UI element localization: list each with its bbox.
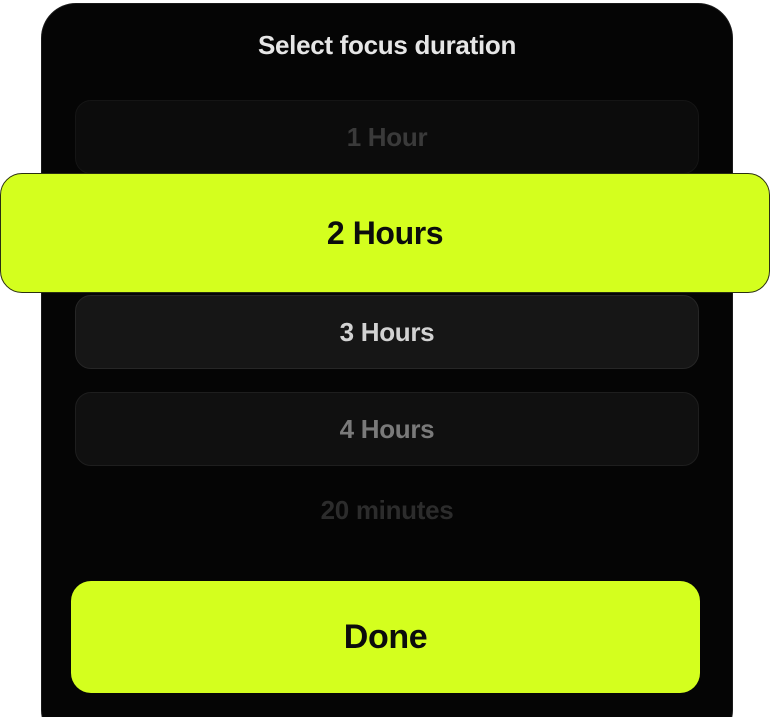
duration-option-label: 1 Hour — [346, 121, 428, 152]
sheet-title: Select focus duration — [257, 30, 517, 60]
duration-option-20-minutes[interactable]: 20 minutes — [75, 476, 699, 544]
duration-option-1-hour[interactable]: 1 Hour — [75, 100, 699, 174]
duration-option-label: 3 Hours — [339, 316, 435, 347]
focus-duration-screen: Select focus duration 1 Hour 3 Hours 4 H… — [0, 0, 772, 717]
selected-duration-option[interactable]: 2 Hours — [0, 173, 770, 293]
duration-option-label: 4 Hours — [339, 413, 435, 444]
duration-option-3-hours[interactable]: 3 Hours — [75, 295, 699, 369]
selected-duration-label: 2 Hours — [326, 214, 444, 251]
duration-option-4-hours[interactable]: 4 Hours — [75, 392, 699, 466]
duration-option-label: 20 minutes — [320, 494, 454, 525]
done-button[interactable]: Done — [71, 581, 700, 693]
